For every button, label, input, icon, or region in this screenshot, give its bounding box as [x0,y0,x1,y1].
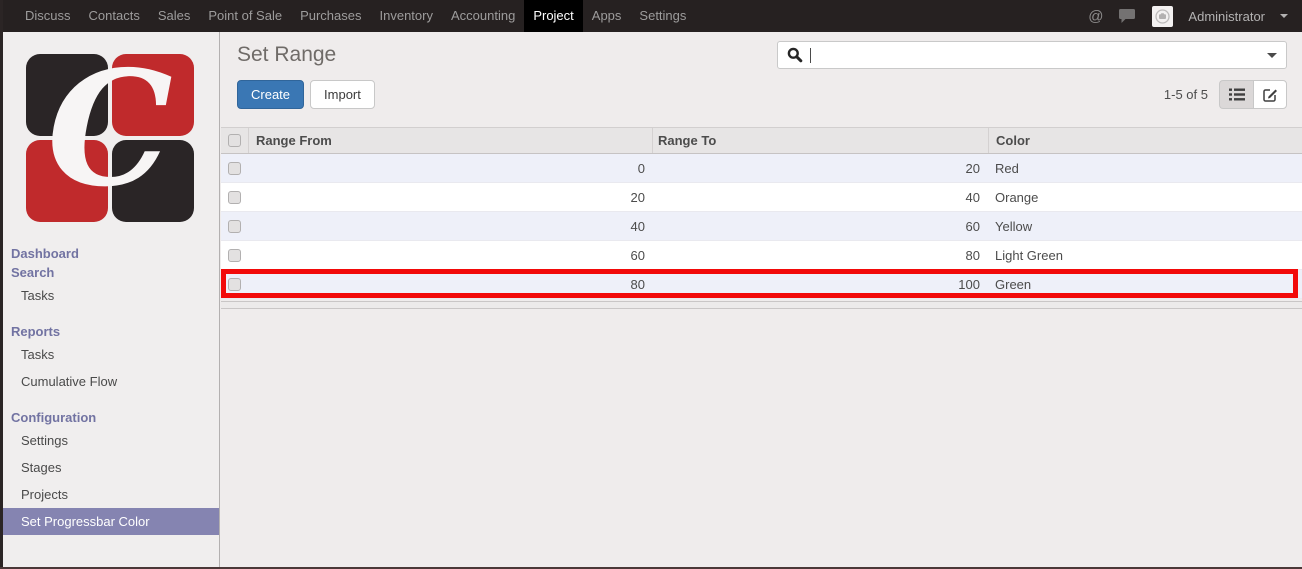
table-row[interactable]: 0 20 Red [221,154,1302,183]
pager-range-label: 1-5 of 5 [1163,87,1208,102]
cell-range-from: 20 [630,189,645,205]
cell-color: Red [995,160,1019,176]
logo-squares [26,54,194,222]
view-switcher [1219,80,1287,109]
sidebar-section-configuration[interactable]: Configuration [0,408,219,427]
main-menu: Discuss Contacts Sales Point of Sale Pur… [0,0,695,32]
mention-icon[interactable]: @ [1088,8,1103,25]
sidebar-menu: Dashboard Search Tasks Reports Tasks Cum… [0,244,219,535]
window-edge-left [0,0,3,569]
sidebar-item-tasks[interactable]: Tasks [0,282,219,309]
nav-item-point-of-sale[interactable]: Point of Sale [199,0,291,32]
nav-systray: @ Administrator [1088,0,1302,32]
control-buttons: Create Import [237,80,375,109]
table-row[interactable]: 40 60 Yellow [221,212,1302,241]
cell-range-from: 80 [630,276,645,292]
column-header-range-to[interactable]: Range To [652,128,988,153]
sidebar-item-stages[interactable]: Stages [0,454,219,481]
sidebar-section-reports[interactable]: Reports [0,322,219,341]
cell-range-from: 0 [637,160,645,176]
row-checkbox[interactable] [228,277,241,291]
top-navbar: Discuss Contacts Sales Point of Sale Pur… [0,0,1302,32]
sidebar-item-tasks-report[interactable]: Tasks [0,341,219,368]
cell-range-from: 60 [630,247,645,263]
cell-color: Orange [995,189,1039,205]
select-all-cell [221,134,248,147]
cell-range-to: 20 [965,160,980,176]
main-content: Set Range Create Import 1-5 of 5 Range F… [220,32,1302,569]
sidebar-item-search[interactable]: Search [0,263,219,282]
user-menu[interactable]: Administrator [1188,9,1265,24]
table-footer [221,301,1302,309]
nav-item-project[interactable]: Project [524,0,583,32]
search-input[interactable] [777,41,1287,69]
table-header-row: Range From Range To Color [221,127,1302,154]
cell-color: Green [995,276,1032,292]
list-view-button[interactable] [1219,80,1253,109]
search-icon [787,47,803,63]
nav-item-sales[interactable]: Sales [149,0,200,32]
pager: 1-5 of 5 [1164,80,1287,109]
search-options-caret-icon[interactable] [1267,52,1277,58]
sidebar-item-cumulative-flow[interactable]: Cumulative Flow [0,368,219,395]
column-header-color[interactable]: Color [988,128,1302,153]
cell-color: Light Green [995,247,1063,263]
nav-item-settings[interactable]: Settings [630,0,695,32]
table-row-highlighted[interactable]: 80 100 Green [221,269,1302,299]
user-avatar[interactable] [1152,5,1174,27]
row-checkbox[interactable] [228,248,241,262]
nav-item-apps[interactable]: Apps [583,0,631,32]
column-header-range-from[interactable]: Range From [248,128,652,153]
nav-item-purchases[interactable]: Purchases [291,0,370,32]
row-checkbox[interactable] [228,161,241,175]
create-button[interactable]: Create [237,80,305,109]
text-cursor [810,47,811,63]
table-row[interactable]: 20 40 Orange [221,183,1302,212]
import-button[interactable]: Import [310,80,375,109]
cell-range-to: 60 [965,218,980,234]
chat-bubble-icon[interactable] [1118,8,1137,24]
set-range-table: Range From Range To Color 0 20 Red 20 40… [221,127,1302,309]
form-view-button[interactable] [1253,80,1287,109]
user-dropdown-caret-icon[interactable] [1280,14,1288,18]
row-checkbox[interactable] [228,190,241,204]
page-title: Set Range [237,43,337,66]
company-logo: C [26,51,194,222]
nav-item-discuss[interactable]: Discuss [16,0,80,32]
cell-range-to: 40 [965,189,980,205]
cell-range-from: 40 [630,218,645,234]
cell-range-to: 80 [965,247,980,263]
sidebar-item-settings[interactable]: Settings [0,427,219,454]
cell-range-to: 100 [958,276,980,292]
app-body: C Dashboard Search Tasks Reports Tasks C… [0,32,1302,569]
row-checkbox[interactable] [228,219,241,233]
sidebar-item-dashboard[interactable]: Dashboard [0,244,219,263]
sidebar: C Dashboard Search Tasks Reports Tasks C… [0,32,220,569]
sidebar-item-set-progressbar-color[interactable]: Set Progressbar Color [0,508,219,535]
table-row[interactable]: 60 80 Light Green [221,241,1302,270]
nav-item-accounting[interactable]: Accounting [442,0,524,32]
cell-color: Yellow [995,218,1033,234]
nav-item-inventory[interactable]: Inventory [371,0,442,32]
nav-item-contacts[interactable]: Contacts [80,0,149,32]
sidebar-item-projects[interactable]: Projects [0,481,219,508]
select-all-checkbox[interactable] [228,134,241,147]
